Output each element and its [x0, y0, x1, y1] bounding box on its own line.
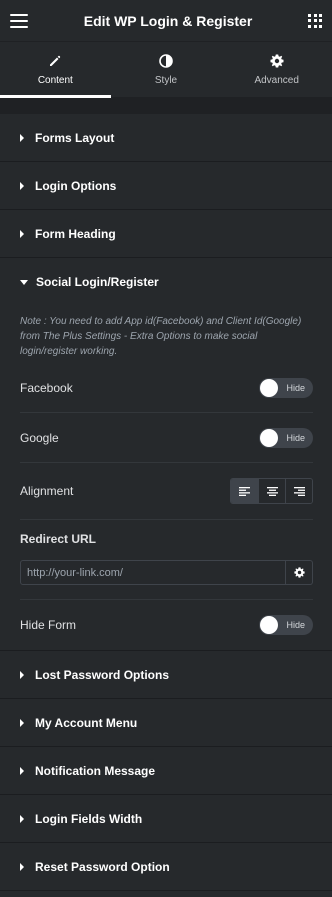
hide-form-row: Hide Form Hide — [20, 600, 313, 650]
hide-form-label: Hide Form — [20, 618, 77, 632]
caret-right-icon — [20, 181, 24, 190]
hide-form-toggle[interactable]: Hide — [259, 615, 313, 635]
tab-advanced-label: Advanced — [254, 74, 299, 86]
facebook-toggle[interactable]: Hide — [259, 377, 313, 398]
panel-header: Edit WP Login & Register — [0, 0, 332, 42]
social-login-body: Note : You need to add App id(Facebook) … — [0, 306, 332, 651]
caret-right-icon — [20, 718, 24, 727]
section-my-account-menu[interactable]: My Account Menu — [0, 699, 332, 747]
section-forms-layout[interactable]: Forms Layout — [0, 114, 332, 162]
tab-content-label: Content — [37, 74, 73, 86]
tab-style-label: Style — [154, 74, 178, 86]
caret-right-icon — [20, 766, 24, 775]
caret-down-icon — [20, 279, 28, 285]
section-form-heading[interactable]: Form Heading — [0, 210, 332, 258]
panel-gap — [0, 98, 332, 114]
section-login-fields-width[interactable]: Login Fields Width — [0, 795, 332, 843]
toggle-label: Hide — [286, 382, 305, 393]
redirect-url-label: Redirect URL — [20, 532, 97, 546]
section-title: Login Fields Width — [35, 811, 143, 826]
section-title: Form Heading — [35, 226, 116, 241]
hamburger-icon[interactable] — [10, 13, 28, 28]
align-right-icon — [293, 486, 305, 496]
align-right-button[interactable] — [285, 479, 312, 503]
alignment-choices — [230, 478, 313, 504]
section-title: Forms Layout — [35, 130, 115, 145]
section-title: Notification Message — [35, 763, 156, 778]
redirect-url-input[interactable] — [20, 560, 286, 585]
align-center-button[interactable] — [258, 479, 285, 503]
caret-right-icon — [20, 862, 24, 871]
caret-right-icon — [20, 670, 24, 679]
section-reset-password[interactable]: Reset Password Option — [0, 843, 332, 891]
tab-style[interactable]: Style — [111, 42, 222, 97]
section-notification-message[interactable]: Notification Message — [0, 747, 332, 795]
section-title: Login Options — [35, 178, 117, 193]
redirect-url-block: Redirect URL — [20, 520, 313, 600]
toggle-knob — [260, 616, 278, 634]
align-left-button[interactable] — [231, 479, 258, 503]
section-title: Reset Password Option — [35, 859, 170, 874]
section-login-options[interactable]: Login Options — [0, 162, 332, 210]
social-note: Note : You need to add App id(Facebook) … — [20, 316, 302, 357]
tab-advanced[interactable]: Advanced — [221, 42, 332, 97]
toggle-label: Hide — [286, 620, 305, 630]
panel-tabs: Content Style Advanced — [0, 42, 332, 98]
toggle-knob — [260, 378, 278, 397]
caret-right-icon — [20, 229, 24, 238]
caret-right-icon — [20, 133, 24, 142]
grid-icon[interactable] — [308, 13, 322, 28]
section-social-login[interactable]: Social Login/Register — [0, 258, 332, 306]
toggle-knob — [260, 428, 278, 447]
redirect-url-row — [20, 560, 313, 585]
pencil-icon — [50, 55, 61, 66]
page-title: Edit WP Login & Register — [83, 12, 253, 29]
alignment-label: Alignment — [20, 484, 74, 498]
toggle-label: Hide — [286, 432, 305, 443]
gear-icon — [293, 567, 305, 578]
google-row: Google Hide — [20, 413, 313, 463]
section-title: Lost Password Options — [35, 667, 170, 682]
google-label: Google — [20, 430, 59, 445]
contrast-icon — [159, 53, 173, 68]
align-left-icon — [239, 486, 250, 496]
dynamic-settings-button[interactable] — [286, 560, 313, 585]
gear-icon — [270, 54, 284, 67]
tab-content[interactable]: Content — [0, 42, 111, 98]
section-lost-password[interactable]: Lost Password Options — [0, 651, 332, 699]
facebook-row: Facebook Hide — [20, 363, 313, 413]
caret-right-icon — [20, 814, 24, 823]
align-center-icon — [266, 486, 278, 496]
section-title: My Account Menu — [35, 715, 138, 730]
google-toggle[interactable]: Hide — [259, 427, 313, 448]
alignment-row: Alignment — [20, 463, 313, 520]
facebook-label: Facebook — [20, 380, 73, 395]
section-title: Social Login/Register — [36, 275, 159, 289]
